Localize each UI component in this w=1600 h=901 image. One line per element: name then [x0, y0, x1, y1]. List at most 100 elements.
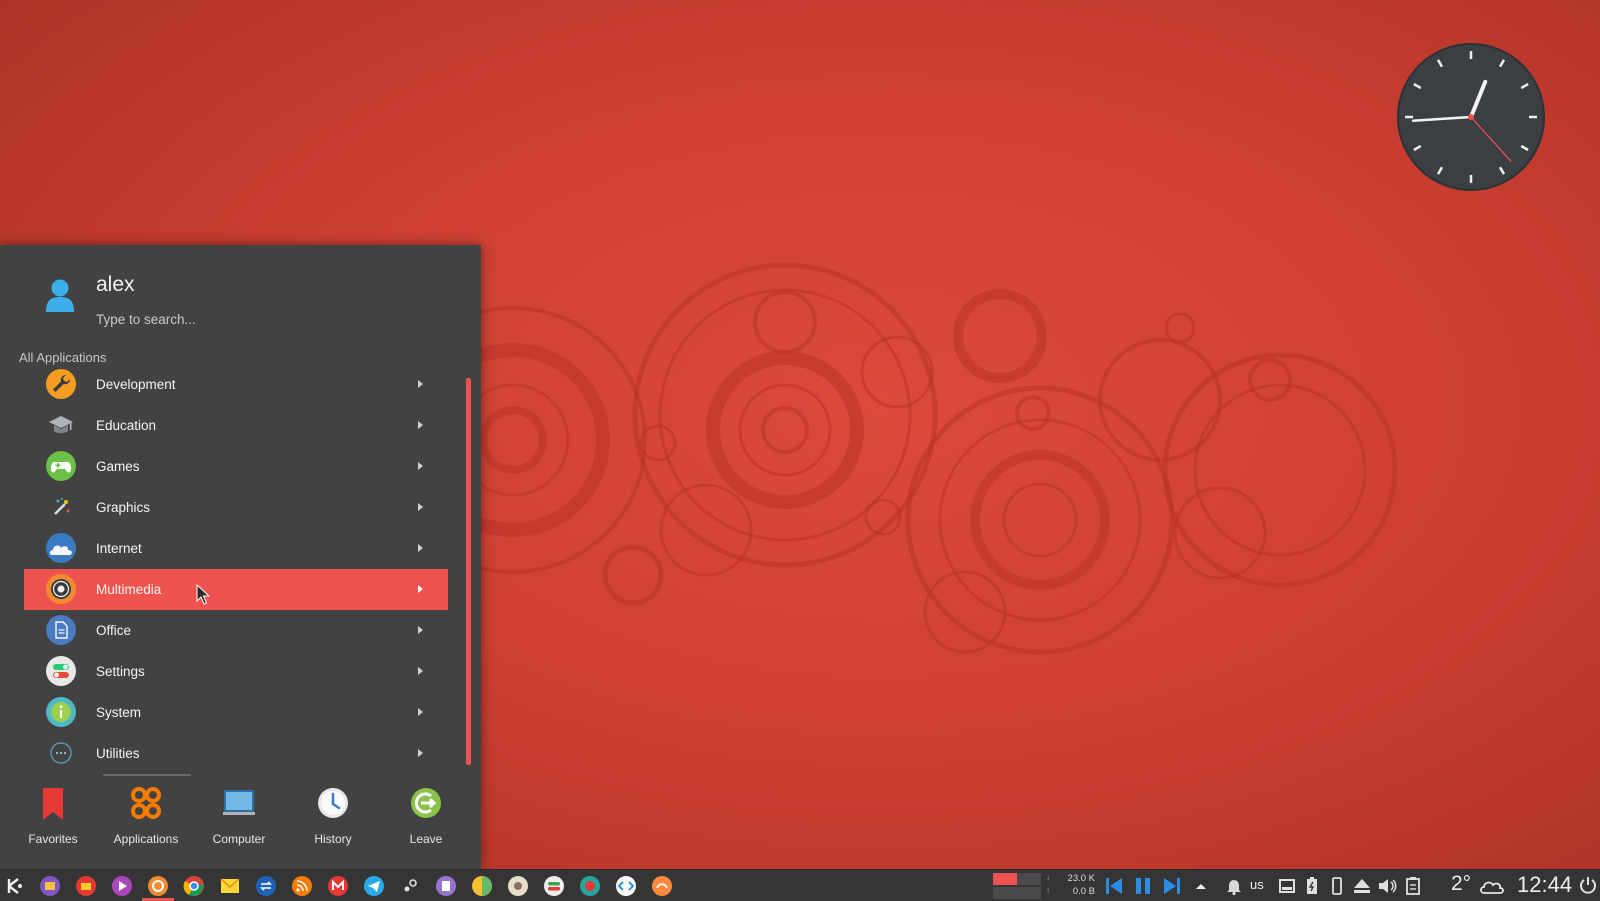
- tab-applications[interactable]: Applications: [104, 782, 188, 862]
- tray-expand-icon[interactable]: [1190, 875, 1212, 897]
- tab-label: Favorites: [28, 832, 78, 846]
- category-education[interactable]: Education: [24, 405, 448, 446]
- keyboard-layout-indicator[interactable]: us: [1250, 877, 1264, 892]
- section-title: All Applications: [19, 350, 107, 365]
- next-track-icon[interactable]: [1161, 875, 1183, 897]
- notifications-bell-icon[interactable]: [1223, 875, 1245, 897]
- category-multimedia[interactable]: Multimedia: [24, 569, 448, 610]
- battery-icon[interactable]: [1301, 875, 1323, 897]
- gmail-icon[interactable]: [327, 875, 349, 897]
- system-settings-icon[interactable]: [543, 875, 565, 897]
- analog-clock-widget[interactable]: [1396, 42, 1546, 192]
- launcher-header: alex: [0, 245, 481, 345]
- apps-grid-icon: [131, 787, 161, 819]
- category-utilities[interactable]: Utilities: [24, 733, 448, 774]
- category-label: Multimedia: [96, 582, 162, 597]
- file-manager-icon[interactable]: [39, 875, 61, 897]
- magic-wand-icon: [54, 498, 70, 515]
- software-center-icon[interactable]: [147, 875, 169, 897]
- pause-icon[interactable]: [1132, 875, 1154, 897]
- code-editor-icon[interactable]: [615, 875, 637, 897]
- ellipsis-icon: [50, 742, 72, 764]
- weather-temperature[interactable]: 2°: [1451, 872, 1471, 896]
- steam-icon[interactable]: [399, 875, 421, 897]
- chevron-right-icon: [418, 585, 423, 593]
- mouse-cursor-icon: [196, 584, 210, 605]
- category-list: Development Education Games Graphics Int…: [24, 364, 448, 774]
- category-settings[interactable]: Settings: [24, 651, 448, 692]
- mail-icon[interactable]: [219, 875, 241, 897]
- bug-tracker-icon[interactable]: [579, 875, 601, 897]
- network-drive-icon[interactable]: [1276, 875, 1298, 897]
- chevron-right-icon: [418, 749, 423, 757]
- tab-history[interactable]: History: [291, 782, 375, 862]
- tab-favorites[interactable]: Favorites: [11, 782, 95, 862]
- info-icon: [46, 697, 76, 727]
- document-icon: [46, 615, 76, 645]
- download-rate: 23.0 K: [1067, 873, 1095, 884]
- disk-utility-icon[interactable]: [507, 875, 529, 897]
- previous-track-icon[interactable]: [1103, 875, 1125, 897]
- media-player-icon[interactable]: [111, 875, 133, 897]
- tab-label: History: [314, 832, 352, 846]
- game-icon[interactable]: [651, 875, 673, 897]
- tab-leave[interactable]: Leave: [384, 782, 468, 862]
- notes-icon[interactable]: [435, 875, 457, 897]
- kde-connect-icon[interactable]: [255, 875, 277, 897]
- phone-device-icon[interactable]: [1326, 875, 1348, 897]
- category-graphics[interactable]: Graphics: [24, 487, 448, 528]
- category-label: Education: [96, 418, 157, 433]
- category-label: Development: [96, 377, 176, 392]
- category-label: Settings: [96, 664, 145, 679]
- category-system[interactable]: System: [24, 692, 448, 733]
- chevron-right-icon: [418, 503, 423, 511]
- cloud-weather-icon[interactable]: [1478, 875, 1504, 897]
- toolbox-icon[interactable]: [75, 875, 97, 897]
- kde-launcher-icon[interactable]: [4, 875, 26, 897]
- chevron-right-icon: [418, 544, 423, 552]
- toggle-icon: [46, 656, 76, 686]
- rss-icon[interactable]: [291, 875, 313, 897]
- eject-icon[interactable]: [1351, 875, 1373, 897]
- volume-icon[interactable]: [1376, 875, 1398, 897]
- tab-label: Computer: [212, 832, 266, 846]
- application-launcher: alex All Applications Development Educat…: [0, 245, 481, 869]
- chevron-right-icon: [418, 667, 423, 675]
- speaker-icon: [46, 574, 76, 604]
- upload-rate: 0.0 B: [1072, 886, 1095, 897]
- category-label: System: [96, 705, 142, 720]
- category-scrollbar[interactable]: [466, 378, 471, 765]
- tab-label: Leave: [409, 832, 443, 846]
- category-label: Office: [96, 623, 132, 638]
- launcher-tabs: Favorites Applications Computer History …: [0, 782, 481, 869]
- logout-icon: [411, 788, 441, 818]
- digital-clock[interactable]: 12:44: [1517, 872, 1572, 898]
- telegram-icon[interactable]: [363, 875, 385, 897]
- network-monitor-graph[interactable]: [993, 873, 1041, 899]
- category-games[interactable]: Games: [24, 446, 448, 487]
- taskbar: ↓ ↑ 23.0 K 0.0 B us 2° 12:44: [0, 869, 1600, 901]
- clipboard-icon[interactable]: [1402, 875, 1424, 897]
- chevron-right-icon: [418, 421, 423, 429]
- category-label: Graphics: [96, 500, 151, 515]
- tab-divider: [103, 774, 191, 776]
- username: alex: [96, 273, 135, 296]
- category-internet[interactable]: Internet: [24, 528, 448, 569]
- category-label: Internet: [96, 541, 142, 556]
- user-avatar-icon[interactable]: [44, 278, 76, 314]
- category-office[interactable]: Office: [24, 610, 448, 651]
- monitor-icon: [223, 790, 255, 815]
- chrome-icon[interactable]: [183, 875, 205, 897]
- chevron-right-icon: [418, 708, 423, 716]
- chevron-right-icon: [418, 380, 423, 388]
- search-input[interactable]: [96, 309, 436, 329]
- chevron-right-icon: [418, 462, 423, 470]
- tab-label: Applications: [113, 832, 179, 846]
- color-picker-icon[interactable]: [471, 875, 493, 897]
- power-menu-icon[interactable]: [1578, 875, 1598, 897]
- tab-computer[interactable]: Computer: [197, 782, 281, 862]
- bookmark-icon: [43, 788, 63, 820]
- graduation-cap-icon: [49, 416, 73, 434]
- clock-icon: [318, 788, 348, 818]
- category-development[interactable]: Development: [24, 364, 448, 405]
